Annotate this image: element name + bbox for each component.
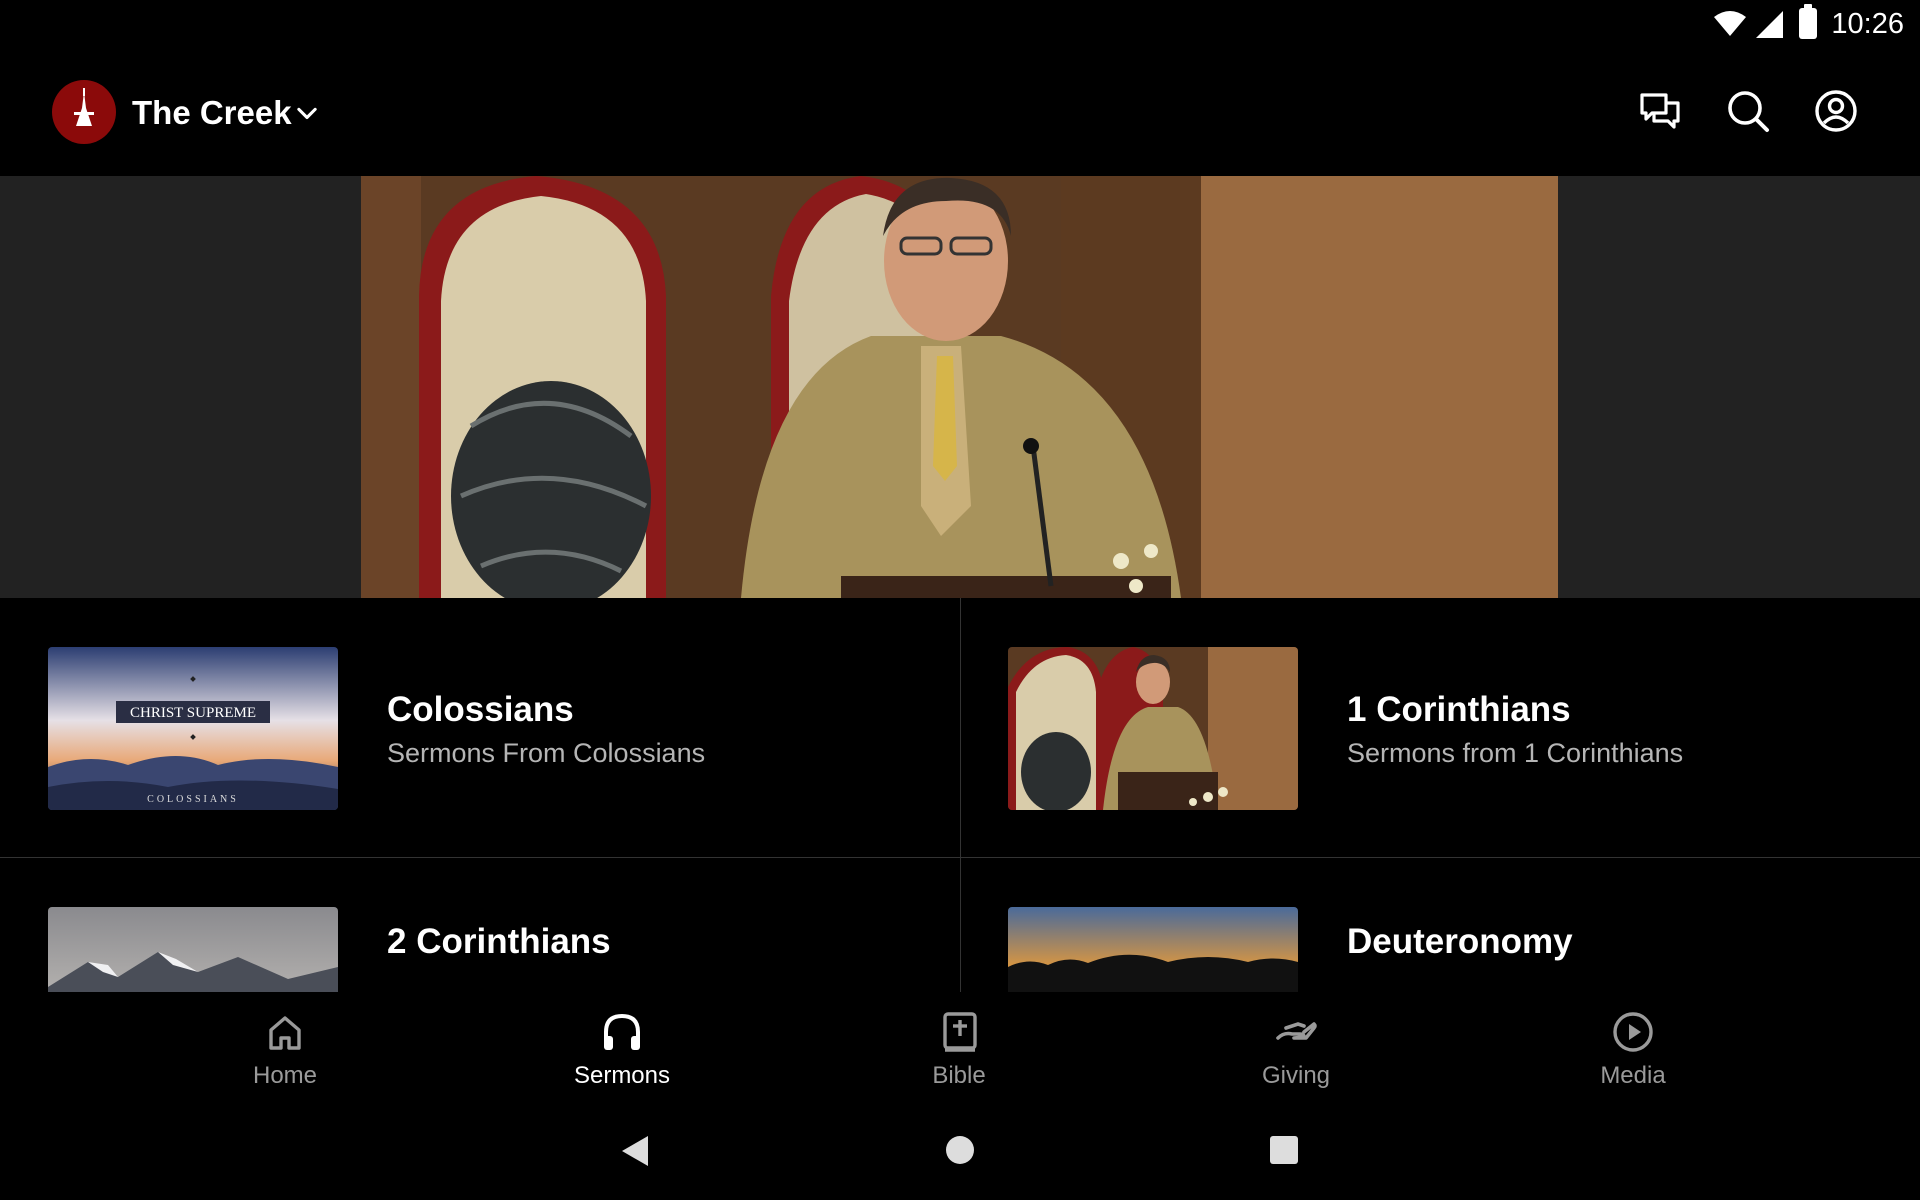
play-circle-icon (1613, 1012, 1653, 1052)
series-subtitle: Sermons from 1 Corinthians (1347, 738, 1684, 768)
nav-item-giving[interactable]: Giving (1196, 992, 1396, 1098)
signal-icon (1756, 11, 1783, 38)
headphones-icon (604, 1013, 640, 1050)
wifi-icon (1714, 11, 1746, 36)
series-card-2-corinthians[interactable]: 2 Corinthians (0, 858, 960, 992)
series-thumbnail (1008, 647, 1298, 810)
home-circle-icon[interactable] (945, 1135, 975, 1165)
account-icon (1815, 90, 1857, 132)
series-thumbnail: CHRIST SUPREME COLOSSIANS (48, 647, 338, 810)
nav-label: Giving (1261, 1062, 1331, 1089)
series-title: Colossians (387, 690, 574, 729)
series-card-deuteronomy[interactable]: Deuteronomy (960, 858, 1920, 992)
series-thumbnail (48, 907, 338, 992)
series-card-colossians[interactable]: CHRIST SUPREME COLOSSIANS Colossians Ser… (0, 598, 960, 857)
recents-icon[interactable] (1269, 1135, 1299, 1165)
chat-button[interactable] (1636, 87, 1684, 135)
nav-item-sermons[interactable]: Sermons (522, 992, 722, 1098)
nav-label: Home (252, 1062, 318, 1089)
series-subtitle: Sermons From Colossians (387, 738, 706, 768)
giving-icon (1276, 1022, 1317, 1040)
church-name[interactable]: The Creek (132, 94, 292, 132)
series-thumbnail (1008, 907, 1298, 992)
battery-icon (1799, 4, 1817, 39)
nav-item-media[interactable]: Media (1533, 992, 1733, 1098)
back-icon[interactable] (620, 1134, 650, 1168)
nav-label: Bible (932, 1062, 986, 1089)
series-title: 2 Corinthians (387, 922, 611, 961)
nav-item-home[interactable]: Home (185, 992, 385, 1098)
nav-label: Media (1600, 1062, 1666, 1089)
thumbnail-title: CHRIST SUPREME (130, 705, 256, 721)
chat-icon (1640, 93, 1680, 129)
church-logo[interactable] (52, 80, 116, 144)
app-bar: The Creek (0, 50, 1920, 176)
hero-banner (0, 176, 1920, 598)
system-navigation-bar (0, 1098, 1920, 1200)
status-time: 10:26 (1831, 8, 1904, 40)
series-title: Deuteronomy (1347, 922, 1573, 961)
series-title: 1 Corinthians (1347, 690, 1571, 729)
nav-label: Sermons (573, 1062, 671, 1089)
nav-item-bible[interactable]: Bible (859, 992, 1059, 1098)
thumbnail-caption: COLOSSIANS (147, 794, 239, 805)
series-card-1-corinthians[interactable]: 1 Corinthians Sermons from 1 Corinthians (960, 598, 1920, 857)
home-icon (269, 1016, 301, 1050)
series-grid: CHRIST SUPREME COLOSSIANS Colossians Ser… (0, 598, 1920, 992)
hero-image[interactable] (361, 176, 1558, 598)
search-button[interactable] (1724, 87, 1772, 135)
bottom-navigation: Home Sermons Bible Giving Media (0, 992, 1920, 1098)
account-button[interactable] (1812, 87, 1860, 135)
status-bar: 10:26 (0, 0, 1920, 50)
search-icon (1728, 91, 1769, 132)
chevron-down-icon[interactable] (293, 100, 321, 128)
bible-icon (943, 1012, 977, 1052)
